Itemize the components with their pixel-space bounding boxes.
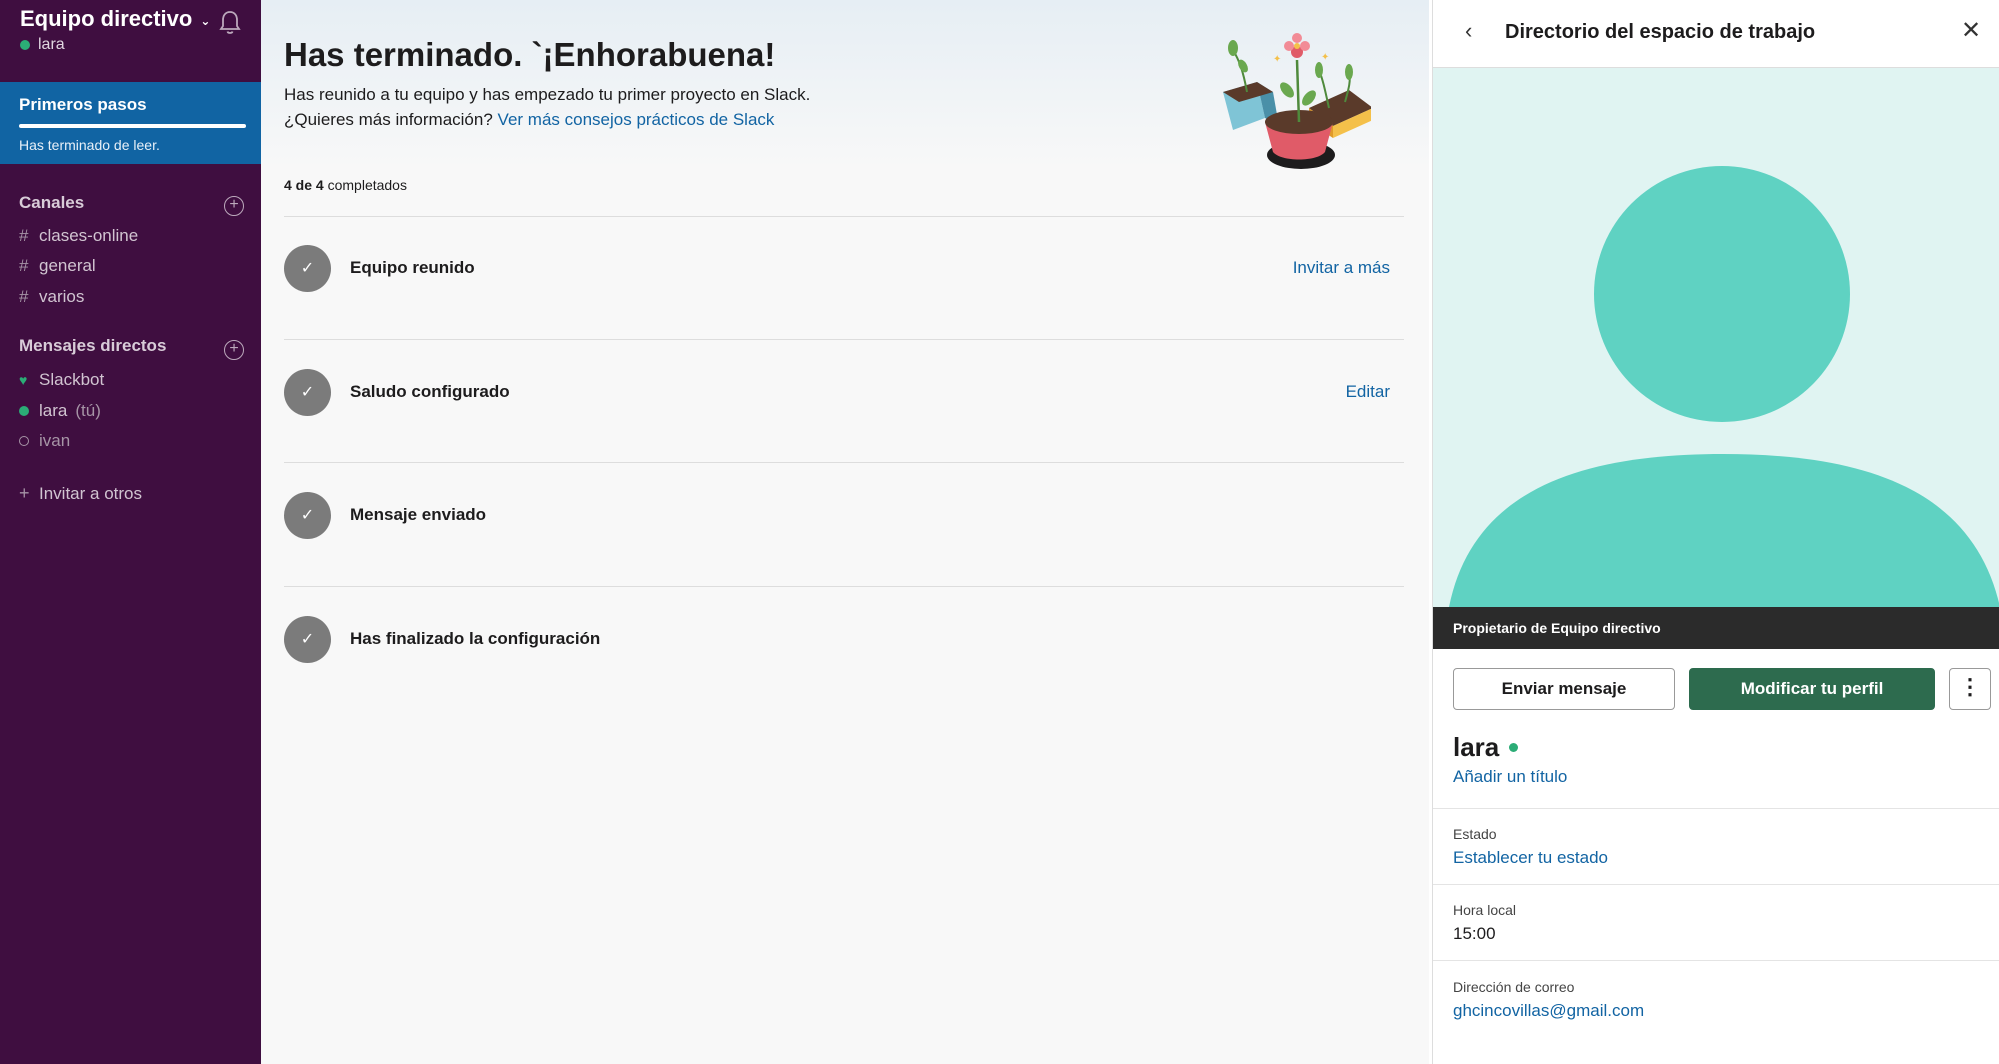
more-options-button[interactable]: ⋮ (1949, 668, 1991, 710)
online-status-icon (19, 406, 29, 416)
task-label: Saludo configurado (350, 382, 510, 401)
sidebar: Equipo directivo ⌄ lara Primeros pasos H… (0, 0, 261, 1064)
task-row: ✓ Mensaje enviado (284, 490, 1404, 540)
owner-label: Propietario de Equipo directivo (1433, 607, 1999, 649)
email-label: Dirección de correo (1453, 979, 1575, 995)
panel-title: Directorio del espacio de trabajo (1505, 21, 1816, 43)
channel-name: clases-online (39, 226, 139, 245)
add-channel-icon[interactable]: + (224, 196, 244, 216)
divider (284, 216, 1404, 217)
hash-icon: # (19, 287, 29, 306)
workspace-name[interactable]: Equipo directivo (20, 6, 192, 32)
sidebar-item-dm[interactable]: lara (tú) (19, 401, 101, 421)
sidebar-item-channel[interactable]: # general (19, 256, 96, 276)
page-subtitle: Has reunido a tu equipo y has empezado t… (284, 85, 811, 104)
avatar (1433, 68, 1999, 607)
local-time-value: 15:00 (1453, 924, 1496, 943)
bell-icon[interactable] (218, 10, 242, 36)
set-status-link[interactable]: Establecer tu estado (1453, 848, 1608, 868)
current-user-name: lara (38, 36, 65, 53)
progress-text: 4 de 4 completados (284, 177, 407, 193)
progress-bar (19, 124, 246, 128)
channels-section-title[interactable]: Canales (19, 193, 84, 213)
sidebar-item-status: Has terminado de leer. (19, 137, 160, 153)
task-label: Equipo reunido (350, 258, 475, 277)
divider (284, 339, 1404, 340)
divider (284, 586, 1404, 587)
svg-text:✦: ✦ (1321, 52, 1329, 63)
sidebar-item-channel[interactable]: # varios (19, 287, 84, 307)
invite-label: Invitar a otros (39, 483, 142, 503)
divider (1433, 808, 1999, 809)
sidebar-item-primeros-pasos[interactable]: Primeros pasos Has terminado de leer. (0, 82, 261, 164)
page-subtitle-more: ¿Quieres más información? Ver más consej… (284, 110, 774, 130)
sidebar-item-channel[interactable]: # clases-online (19, 226, 138, 246)
progress-count: 4 de 4 (284, 177, 324, 193)
email-link[interactable]: ghcincovillas@gmail.com (1453, 1001, 1644, 1021)
heart-icon: ♥ (19, 372, 28, 388)
subtitle-prefix: ¿Quieres más información? (284, 110, 493, 129)
sidebar-item-label: Primeros pasos (19, 95, 147, 114)
tips-link[interactable]: Ver más consejos prácticos de Slack (498, 110, 775, 129)
workspace-switcher[interactable]: Equipo directivo ⌄ (20, 6, 210, 32)
checkmark-icon: ✓ (284, 492, 331, 539)
main-content: Has terminado. `¡Enhorabuena! Has reunid… (261, 0, 1429, 1064)
add-title-link[interactable]: Añadir un título (1453, 767, 1567, 787)
checkmark-icon: ✓ (284, 369, 331, 416)
current-user[interactable]: lara (20, 36, 65, 54)
default-avatar-icon (1449, 166, 1999, 607)
back-arrow-icon[interactable]: ‹ (1465, 18, 1472, 44)
send-message-button[interactable]: Enviar mensaje (1453, 668, 1675, 710)
edit-profile-button[interactable]: Modificar tu perfil (1689, 668, 1935, 710)
task-label: Mensaje enviado (350, 505, 487, 524)
divider (284, 462, 1404, 463)
task-row: ✓ Saludo configurado Editar (284, 367, 1404, 417)
task-row: ✓ Equipo reunido Invitar a más (284, 243, 1404, 293)
dm-section-title[interactable]: Mensajes directos (19, 336, 166, 356)
plus-icon: + (19, 483, 30, 503)
online-status-icon (20, 40, 30, 50)
hash-icon: # (19, 256, 29, 275)
edit-link[interactable]: Editar (1346, 382, 1390, 402)
plants-illustration: ✦ ✦ (1223, 33, 1371, 169)
channel-name: general (39, 256, 96, 275)
status-label: Estado (1453, 826, 1497, 842)
dm-name: lara (39, 401, 68, 420)
close-icon[interactable]: ✕ (1961, 16, 1981, 45)
task-label: Has finalizado la configuración (350, 629, 601, 648)
checkmark-icon: ✓ (284, 616, 331, 663)
chevron-down-icon[interactable]: ⌄ (200, 14, 210, 28)
invite-others-button[interactable]: + Invitar a otros (19, 483, 142, 504)
online-status-icon (1509, 743, 1519, 752)
page-title: Has terminado. `¡Enhorabuena! (284, 36, 776, 73)
channel-name: varios (39, 287, 85, 306)
workspace-directory-panel: ‹ Directorio del espacio de trabajo ✕ Pr… (1432, 0, 1999, 1064)
dm-name: ivan (39, 431, 71, 450)
add-dm-icon[interactable]: + (224, 340, 244, 360)
sidebar-item-dm[interactable]: ivan (19, 431, 70, 451)
sidebar-item-dm[interactable]: ♥ Slackbot (19, 370, 104, 390)
invite-more-link[interactable]: Invitar a más (1293, 258, 1390, 278)
divider (1433, 884, 1999, 885)
dm-suffix: (tú) (75, 401, 101, 420)
svg-text:✦: ✦ (1273, 54, 1281, 65)
progress-suffix: completados (327, 177, 407, 193)
hash-icon: # (19, 226, 29, 245)
divider (1433, 960, 1999, 961)
panel-header: ‹ Directorio del espacio de trabajo ✕ (1433, 0, 1999, 68)
checkmark-icon: ✓ (284, 245, 331, 292)
profile-name: lara (1453, 732, 1500, 762)
offline-status-icon (19, 436, 29, 446)
task-row: ✓ Has finalizado la configuración (284, 614, 1404, 664)
profile-name-row: lara (1453, 732, 1519, 763)
dm-name: Slackbot (39, 370, 105, 389)
local-time-label: Hora local (1453, 902, 1517, 918)
